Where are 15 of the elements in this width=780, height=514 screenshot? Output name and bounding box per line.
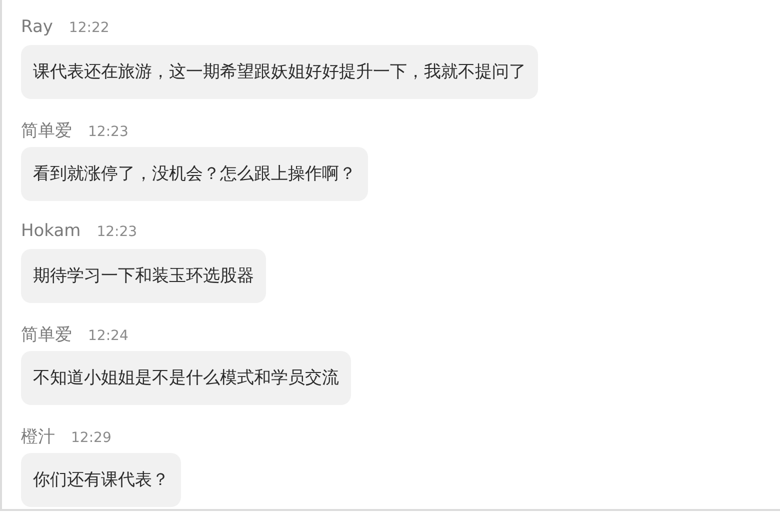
message-bubble: 课代表还在旅游，这一期希望跟妖姐好好提升一下，我就不提问了 bbox=[21, 45, 538, 99]
sender-name: 简单爱 bbox=[21, 324, 72, 346]
message-time: 12:23 bbox=[88, 124, 128, 140]
message-bubble: 不知道小姐姐是不是什么模式和学员交流 bbox=[21, 351, 351, 405]
message-bubble: 看到就涨停了，没机会？怎么跟上操作啊？ bbox=[21, 147, 368, 201]
sender-name: 简单爱 bbox=[21, 120, 72, 142]
message-time: 12:22 bbox=[68, 20, 110, 36]
message-time: 12:29 bbox=[71, 430, 112, 446]
message-time: 12:23 bbox=[96, 224, 138, 240]
sender-name: 橙汁 bbox=[21, 426, 55, 448]
sender-name: Hokam bbox=[21, 221, 81, 241]
sender-name: Ray bbox=[21, 17, 53, 37]
message-bubble: 期待学习一下和装玉环选股器 bbox=[21, 249, 266, 303]
message-time: 12:24 bbox=[88, 328, 128, 344]
message-bubble: 你们还有课代表？ bbox=[21, 453, 181, 507]
